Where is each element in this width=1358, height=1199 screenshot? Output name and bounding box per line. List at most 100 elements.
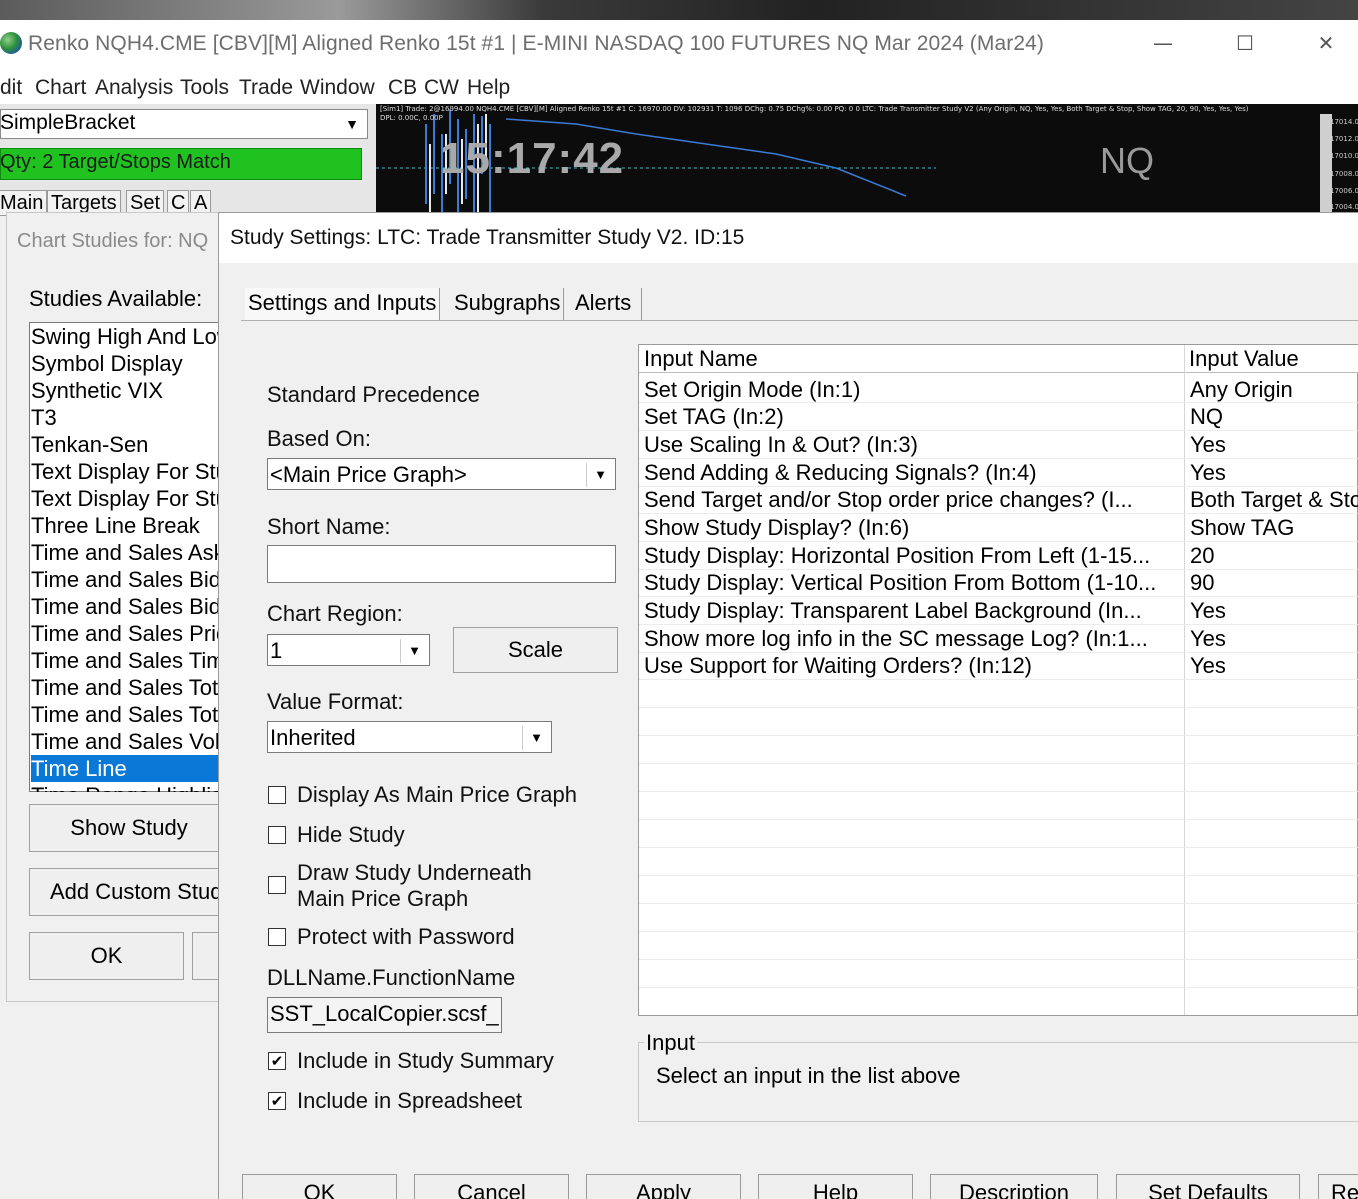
studies-ok-button[interactable]: OK bbox=[29, 932, 184, 980]
help-button[interactable]: Help bbox=[758, 1174, 913, 1199]
draw-underneath-label: Draw Study Underneath bbox=[297, 860, 532, 885]
minimize-button[interactable]: — bbox=[1148, 28, 1178, 58]
menu-cw[interactable]: CW bbox=[424, 76, 459, 100]
tab-subgraphs[interactable]: Subgraphs bbox=[451, 288, 565, 320]
qty-status-text: Qty: 2 Target/Stops Match bbox=[0, 151, 231, 173]
value-format-select[interactable]: Inherited ▼ bbox=[267, 721, 552, 753]
table-row-value[interactable]: Both Target & Stop bbox=[1190, 487, 1358, 513]
show-study-button[interactable]: Show Study bbox=[29, 804, 229, 852]
list-item[interactable]: Time and Sales Total bbox=[31, 674, 226, 701]
table-row-value[interactable]: Yes bbox=[1190, 626, 1358, 652]
hide-study-label: Hide Study bbox=[297, 822, 405, 847]
short-name-input[interactable] bbox=[267, 545, 616, 583]
table-row-name[interactable]: Study Display: Vertical Position From Bo… bbox=[644, 570, 1180, 596]
set-defaults-button[interactable]: Set Defaults bbox=[1116, 1174, 1300, 1199]
menu-window[interactable]: Window bbox=[300, 76, 375, 100]
menu-trade[interactable]: Trade bbox=[239, 76, 293, 100]
table-row-name[interactable]: Show more log info in the SC message Log… bbox=[644, 626, 1180, 652]
list-item[interactable]: Time and Sales Time bbox=[31, 647, 226, 674]
table-row-name[interactable]: Use Scaling In & Out? (In:3) bbox=[644, 432, 1180, 458]
list-item[interactable]: Symbol Display bbox=[31, 350, 226, 377]
menu-chart[interactable]: Chart bbox=[35, 76, 86, 100]
list-item[interactable]: Time and Sales Volume bbox=[31, 728, 226, 755]
table-row-value[interactable]: Yes bbox=[1190, 598, 1358, 624]
description-button[interactable]: Description bbox=[930, 1174, 1098, 1199]
protect-password-checkbox[interactable] bbox=[268, 928, 286, 946]
input-hint-text: Select an input in the list above bbox=[656, 1063, 961, 1088]
desktop-background bbox=[0, 0, 1358, 20]
tab-alerts[interactable]: Alerts bbox=[572, 288, 642, 320]
table-row-value[interactable]: Yes bbox=[1190, 460, 1358, 486]
table-row-value[interactable]: 20 bbox=[1190, 543, 1358, 569]
chart-info-line: [Sim1] Trade: 2@16994.00 NQH4.CME [CBV][… bbox=[380, 105, 1249, 113]
chart-region-select[interactable]: 1 ▼ bbox=[267, 634, 430, 666]
table-row-value[interactable]: Yes bbox=[1190, 432, 1358, 458]
table-row-value[interactable]: Any Origin bbox=[1190, 377, 1358, 403]
list-item-selected[interactable]: Time Line bbox=[31, 755, 226, 782]
table-row-name[interactable]: Use Support for Waiting Orders? (In:12) bbox=[644, 653, 1180, 679]
dll-function-label: DLLName.FunctionName bbox=[267, 965, 516, 990]
close-button[interactable]: ✕ bbox=[1311, 28, 1341, 58]
table-row-name[interactable]: Show Study Display? (In:6) bbox=[644, 515, 1180, 541]
list-item[interactable]: Text Display For Study bbox=[31, 458, 226, 485]
chart-info-line-2: DPL: 0.00C, 0.00P bbox=[380, 114, 443, 122]
list-item[interactable]: T3 bbox=[31, 404, 226, 431]
cancel-button[interactable]: Cancel bbox=[414, 1174, 569, 1199]
draw-underneath-checkbox[interactable] bbox=[268, 876, 286, 894]
list-item[interactable]: Time and Sales Price bbox=[31, 620, 226, 647]
ok-button[interactable]: OK bbox=[242, 1174, 397, 1199]
apply-button[interactable]: Apply bbox=[586, 1174, 741, 1199]
menu-cb[interactable]: CB bbox=[388, 76, 417, 100]
list-item[interactable]: Three Line Break bbox=[31, 512, 226, 539]
tab-settings-and-inputs[interactable]: Settings and Inputs bbox=[245, 288, 441, 320]
table-row-name[interactable]: Set Origin Mode (In:1) bbox=[644, 377, 1180, 403]
table-row-name[interactable]: Study Display: Horizontal Position From … bbox=[644, 543, 1180, 569]
table-row-value[interactable]: 90 bbox=[1190, 570, 1358, 596]
list-item[interactable]: Time Range Highlight bbox=[31, 782, 226, 792]
list-item[interactable]: Synthetic VIX bbox=[31, 377, 226, 404]
chart-region-value: 1 bbox=[270, 638, 283, 663]
column-divider[interactable] bbox=[1184, 345, 1185, 1015]
based-on-select[interactable]: <Main Price Graph> ▼ bbox=[267, 458, 616, 490]
study-summary-checkbox[interactable]: ✔ bbox=[268, 1052, 286, 1070]
column-header-input-value[interactable]: Input Value bbox=[1189, 346, 1299, 372]
table-row-value[interactable]: Yes bbox=[1190, 653, 1358, 679]
add-custom-study-button[interactable]: Add Custom Study bbox=[29, 868, 229, 916]
menu-tools[interactable]: Tools bbox=[180, 76, 229, 100]
bracket-select-value: SimpleBracket bbox=[0, 111, 136, 134]
table-row-name[interactable]: Send Target and/or Stop order price chan… bbox=[644, 487, 1180, 513]
chevron-down-icon[interactable]: ▼ bbox=[586, 463, 614, 487]
list-item[interactable]: Tenkan-Sen bbox=[31, 431, 226, 458]
spreadsheet-checkbox[interactable]: ✔ bbox=[268, 1092, 286, 1110]
table-row-value[interactable]: NQ bbox=[1190, 404, 1358, 430]
list-item[interactable]: Time and Sales Total bbox=[31, 701, 226, 728]
list-item[interactable]: Time and Sales Bid bbox=[31, 566, 226, 593]
table-row-name[interactable]: Study Display: Transparent Label Backgro… bbox=[644, 598, 1180, 624]
reset-button[interactable]: Re bbox=[1318, 1174, 1358, 1199]
scale-button[interactable]: Scale bbox=[453, 627, 618, 673]
list-item[interactable]: Time and Sales Ask bbox=[31, 539, 226, 566]
draw-underneath-label-2: Main Price Graph bbox=[297, 886, 469, 911]
price-label: 17014.0 bbox=[1330, 118, 1358, 126]
list-item[interactable]: Time and Sales Bid bbox=[31, 593, 226, 620]
maximize-button[interactable]: ☐ bbox=[1230, 28, 1260, 58]
chevron-down-icon[interactable]: ▼ bbox=[522, 726, 550, 750]
menu-analysis[interactable]: Analysis bbox=[95, 76, 173, 100]
chevron-down-icon[interactable]: ▼ bbox=[340, 112, 364, 136]
table-row-name[interactable]: Set TAG (In:2) bbox=[644, 404, 1180, 430]
chart-symbol: NQ bbox=[1100, 140, 1154, 181]
menu-edit[interactable]: dit bbox=[0, 76, 22, 100]
row-divider bbox=[639, 931, 1358, 932]
table-row-value[interactable]: Show TAG bbox=[1190, 515, 1358, 541]
hide-study-checkbox[interactable] bbox=[268, 826, 286, 844]
row-divider bbox=[639, 541, 1358, 542]
column-header-input-name[interactable]: Input Name bbox=[644, 346, 758, 372]
price-label: 17006.0 bbox=[1330, 187, 1358, 195]
chevron-down-icon[interactable]: ▼ bbox=[400, 639, 428, 663]
dll-function-field[interactable]: SST_LocalCopier.scsf_ bbox=[267, 997, 502, 1033]
menu-help[interactable]: Help bbox=[467, 76, 510, 100]
display-main-checkbox[interactable] bbox=[268, 786, 286, 804]
list-item[interactable]: Swing High And Low bbox=[31, 323, 226, 350]
table-row-name[interactable]: Send Adding & Reducing Signals? (In:4) bbox=[644, 460, 1180, 486]
list-item[interactable]: Text Display For Study bbox=[31, 485, 226, 512]
